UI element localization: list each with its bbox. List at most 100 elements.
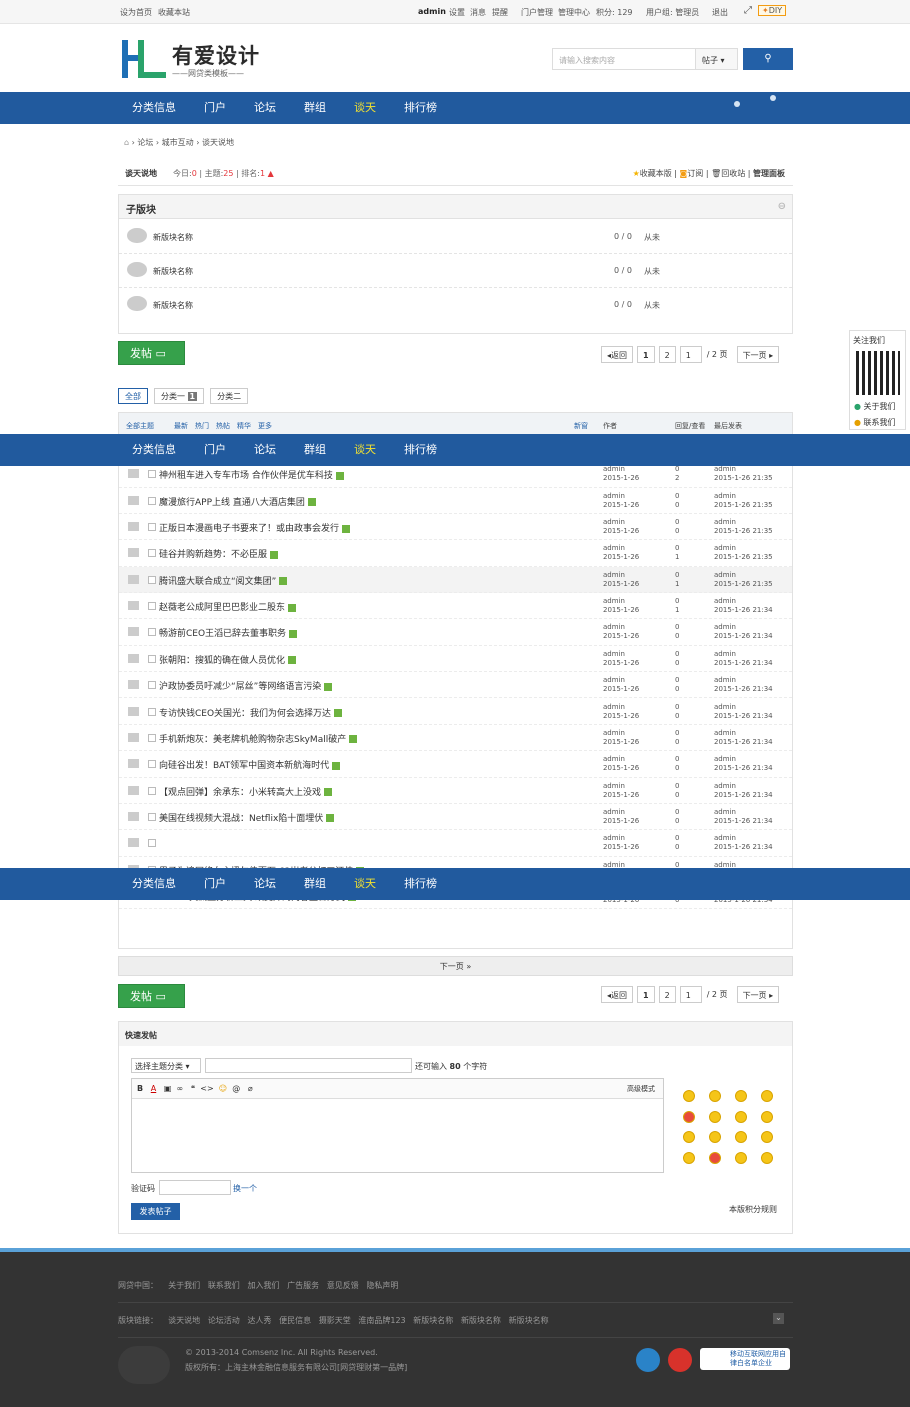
thread-title[interactable]: 畅游前CEO王滔已辞去董事职务: [159, 626, 298, 639]
thread-title[interactable]: 手机新炮灰：美老牌机舱购物杂志SkyMall破产: [159, 732, 358, 745]
smiley-icon[interactable]: [683, 1151, 695, 1164]
table-row[interactable]: 美国在线视频大混战：Netflix陷十面埋伏 admin 2015-1-26 0 0 ad…: [119, 804, 792, 831]
table-row[interactable]: 赵薇老公成阿里巴巴影业二股东 admin 2015-1-26 0 1 admin 2015-…: [119, 593, 792, 620]
search-input[interactable]: 请输入搜索内容: [559, 55, 615, 66]
subforum-row[interactable]: 新版块名称 0 / 0 从未: [119, 288, 792, 322]
thread-last-post[interactable]: admin2015-1-26 21:34: [714, 782, 773, 800]
thread-icon[interactable]: [128, 522, 139, 532]
thread-icon[interactable]: [128, 548, 139, 558]
bookmark-link[interactable]: 收藏本站: [158, 7, 190, 18]
smiley-icon[interactable]: [709, 1090, 721, 1102]
pager-page-1[interactable]: 1: [637, 986, 655, 1003]
thread-author[interactable]: admin2015-1-26: [603, 834, 639, 852]
thread-icon[interactable]: [128, 732, 139, 742]
load-next-page[interactable]: 下一页 »: [118, 956, 793, 976]
submit-post-button[interactable]: 发表帖子: [131, 1203, 180, 1220]
admin-center-link[interactable]: 管理中心: [558, 7, 590, 18]
thread-author[interactable]: admin2015-1-26: [603, 544, 639, 562]
police-badge-icon[interactable]: [636, 1348, 660, 1372]
smiley-icon[interactable]: [761, 1131, 773, 1143]
table-row[interactable]: 张朝阳：搜狐的确在做人员优化 admin 2015-1-26 0 0 admin 2015-…: [119, 646, 792, 673]
smiley-icon[interactable]: [761, 1151, 773, 1164]
table-row[interactable]: 【观点回弹】余承东：小米转高大上没戏 admin 2015-1-26 0 0 admin 2…: [119, 778, 792, 804]
nav-item-group[interactable]: 群组: [290, 868, 340, 900]
forum-rules-link[interactable]: 本版积分规则: [729, 1204, 777, 1215]
logo-icon[interactable]: [122, 40, 168, 78]
thread-checkbox[interactable]: [148, 523, 156, 532]
table-row[interactable]: 魔漫旅行APP上线 直通八大酒店集团 admin 2015-1-26 0 0 admin 2…: [119, 488, 792, 515]
pager-next[interactable]: 下一页 ▸: [736, 346, 780, 363]
thread-icon[interactable]: [128, 653, 139, 663]
nav-item-talk[interactable]: 谈天: [340, 434, 390, 466]
fullscreen-icon[interactable]: ⤢: [744, 5, 752, 16]
smiley-icon[interactable]: [683, 1110, 695, 1123]
thread-last-post[interactable]: admin2015-1-26 21:34: [714, 834, 773, 852]
code-icon[interactable]: <>: [200, 1084, 213, 1093]
font-color-icon[interactable]: A: [151, 1084, 156, 1093]
set-homepage-link[interactable]: 设为首页: [120, 7, 152, 18]
smiley-icon[interactable]: [761, 1090, 773, 1102]
subscribe-link[interactable]: 订阅: [687, 169, 703, 178]
attachment-icon[interactable]: ⌀: [248, 1084, 253, 1093]
thread-title[interactable]: 张朝阳：搜狐的确在做人员优化: [159, 653, 297, 666]
recycle-bin-link[interactable]: 回收站: [721, 169, 745, 178]
thread-author[interactable]: admin2015-1-26: [603, 782, 639, 800]
thread-last-post[interactable]: admin2015-1-26 21:34: [714, 676, 773, 694]
nav-item-group[interactable]: 群组: [290, 434, 340, 466]
pager-page-2[interactable]: 2: [658, 986, 676, 1003]
nav-item-category[interactable]: 分类信息: [118, 868, 190, 900]
thread-checkbox[interactable]: [148, 839, 156, 848]
pager-input[interactable]: 1: [679, 986, 702, 1003]
thread-last-post[interactable]: admin2015-1-26 21:34: [714, 650, 773, 668]
thread-author[interactable]: admin2015-1-26: [603, 597, 639, 615]
thread-checkbox[interactable]: [148, 470, 156, 479]
link-icon[interactable]: ∞: [177, 1084, 184, 1093]
nav-item-portal[interactable]: 门户: [190, 92, 240, 124]
contact-us-link[interactable]: ● 联系我们: [854, 417, 896, 428]
thread-checkbox[interactable]: [148, 733, 156, 742]
nav-item-ranking[interactable]: 排行榜: [390, 434, 451, 466]
thread-checkbox[interactable]: [148, 496, 156, 505]
nav-item-ranking[interactable]: 排行榜: [390, 868, 451, 900]
username-link[interactable]: admin: [418, 7, 446, 16]
expand-icon[interactable]: ⌄: [773, 1313, 784, 1324]
smiley-icon[interactable]: [709, 1131, 721, 1143]
thread-author[interactable]: admin2015-1-26: [603, 571, 639, 589]
thread-icon[interactable]: [128, 759, 139, 769]
image-icon[interactable]: ▣: [164, 1084, 172, 1093]
nav-item-ranking[interactable]: 排行榜: [390, 92, 451, 124]
smiley-icon[interactable]: [735, 1090, 747, 1102]
thread-title[interactable]: 沪政协委员吁减少“屌丝”等网络语言污染: [159, 679, 333, 692]
new-post-button[interactable]: 发帖 ▭: [118, 341, 185, 365]
nav-item-talk[interactable]: 谈天: [340, 92, 390, 124]
portal-admin-link[interactable]: 门户管理: [521, 7, 553, 18]
thread-author[interactable]: admin2015-1-26: [603, 518, 639, 536]
thread-icon[interactable]: [128, 627, 139, 637]
breadcrumb-city[interactable]: 城市互动: [162, 138, 194, 147]
quote-icon[interactable]: ❝: [191, 1084, 195, 1093]
thread-icon[interactable]: [128, 680, 139, 690]
thread-last-post[interactable]: admin2015-1-26 21:35: [714, 571, 773, 589]
thread-last-post[interactable]: admin2015-1-26 21:35: [714, 465, 773, 483]
about-us-link[interactable]: ● 关于我们: [854, 401, 896, 412]
nav-item-portal[interactable]: 门户: [190, 434, 240, 466]
thread-last-post[interactable]: admin2015-1-26 21:34: [714, 808, 773, 826]
advanced-mode-link[interactable]: 高级模式: [627, 1084, 655, 1094]
thread-last-post[interactable]: admin2015-1-26 21:34: [714, 755, 773, 773]
thread-checkbox[interactable]: [148, 575, 156, 584]
thread-checkbox[interactable]: [148, 628, 156, 637]
thread-icon[interactable]: [128, 601, 139, 611]
subforum-row[interactable]: 新版块名称 0 / 0 从未: [119, 220, 792, 254]
table-row[interactable]: 畅游前CEO王滔已辞去董事职务 admin 2015-1-26 0 0 admin 2015…: [119, 619, 792, 646]
pager-back[interactable]: ◂返回: [601, 346, 634, 363]
thread-last-post[interactable]: admin2015-1-26 21:34: [714, 703, 773, 721]
nav-item-group[interactable]: 群组: [290, 92, 340, 124]
smiley-icon[interactable]: [709, 1151, 721, 1164]
thread-last-post[interactable]: admin2015-1-26 21:34: [714, 623, 773, 641]
breadcrumb-current[interactable]: 谈天说地: [202, 138, 234, 147]
subject-input[interactable]: [205, 1058, 412, 1073]
pager-page-1[interactable]: 1: [637, 346, 655, 363]
smiley-icon[interactable]: ☺: [219, 1084, 227, 1093]
thread-last-post[interactable]: admin2015-1-26 21:34: [714, 729, 773, 747]
settings-link[interactable]: 设置: [449, 7, 465, 18]
